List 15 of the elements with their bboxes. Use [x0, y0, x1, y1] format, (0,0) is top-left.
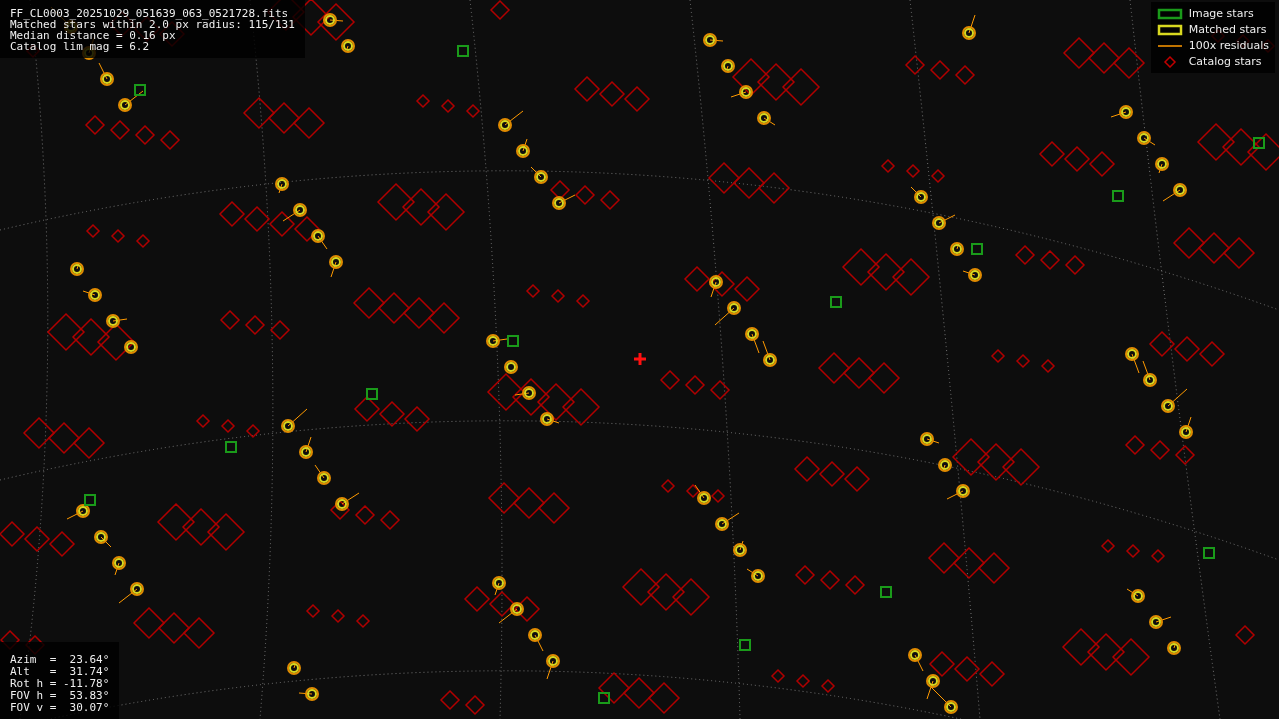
pointing-text: FOV h = 53.83° — [10, 690, 110, 701]
rectangle-outline-icon — [1156, 23, 1183, 36]
pointing-text: Azim = 23.64° — [10, 654, 110, 665]
square-outline-icon — [1156, 7, 1183, 20]
legend-label: Image stars — [1188, 7, 1254, 20]
info-text: Catalog lim mag = 6.2 — [10, 41, 151, 52]
info-text: FF_CL0003_20251029_051639_063_0521728.fits — [10, 8, 290, 19]
info-text: Median distance = 0.16 px — [10, 30, 176, 41]
legend-label: 100x residuals — [1188, 39, 1269, 52]
pointing-text: Alt = 31.74° — [10, 666, 110, 677]
legend-label: Catalog stars — [1188, 55, 1262, 68]
pointing-text: Rot h = -11.78° — [10, 678, 110, 689]
legend-label: Matched stars — [1188, 23, 1267, 36]
info-text: Matched stars within 2.0 px radius: 115/131 — [10, 19, 295, 30]
pointing-text: FOV v = 30.07° — [10, 702, 110, 713]
